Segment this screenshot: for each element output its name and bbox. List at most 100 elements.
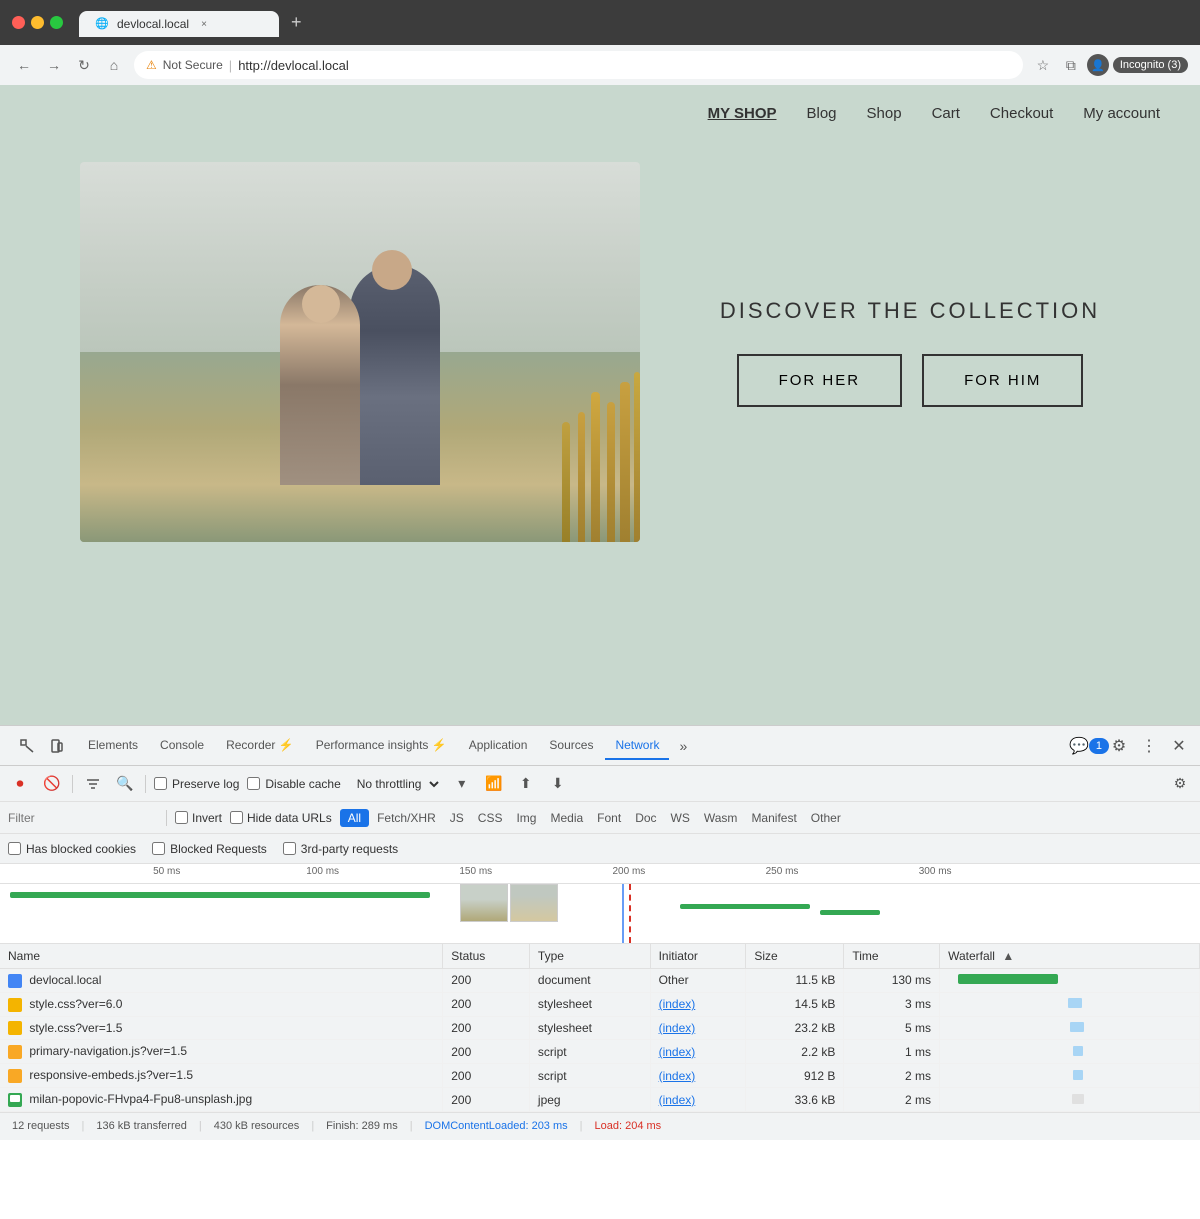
- nav-brand[interactable]: MY SHOP: [708, 105, 777, 122]
- initiator-link-4[interactable]: (index): [659, 1045, 696, 1059]
- sep-4: |: [410, 1120, 413, 1132]
- col-size[interactable]: Size: [746, 944, 844, 969]
- preserve-log-checkbox[interactable]: Preserve log: [154, 777, 239, 791]
- filter-input[interactable]: [8, 811, 158, 825]
- filter-doc[interactable]: Doc: [629, 809, 662, 827]
- home-button[interactable]: ⌂: [102, 53, 126, 77]
- close-button[interactable]: [12, 16, 25, 29]
- tab-search-button[interactable]: ⧉: [1059, 53, 1083, 77]
- filter-js[interactable]: JS: [444, 809, 470, 827]
- third-party-checkbox[interactable]: 3rd-party requests: [283, 842, 398, 856]
- tab-console[interactable]: Console: [150, 732, 214, 760]
- cell-size-6: 33.6 kB: [746, 1088, 844, 1112]
- filter-media[interactable]: Media: [544, 809, 589, 827]
- blocked-requests-checkbox[interactable]: Blocked Requests: [152, 842, 267, 856]
- inspect-element-button[interactable]: [14, 733, 40, 759]
- nav-account[interactable]: My account: [1083, 105, 1160, 122]
- cell-waterfall-1: [940, 969, 1200, 993]
- cell-initiator-6: (index): [650, 1088, 746, 1112]
- table-row[interactable]: style.css?ver=6.0 200 stylesheet (index)…: [0, 992, 1200, 1016]
- col-status[interactable]: Status: [443, 944, 530, 969]
- col-time[interactable]: Time: [844, 944, 940, 969]
- for-him-button[interactable]: FOR HIM: [922, 354, 1083, 407]
- record-button[interactable]: ⏺: [8, 772, 32, 796]
- browser-tab[interactable]: 🌐 devlocal.local ×: [79, 11, 279, 37]
- table-body: devlocal.local 200 document Other 11.5 k…: [0, 969, 1200, 1112]
- disable-cache-checkbox[interactable]: Disable cache: [247, 777, 340, 791]
- more-tabs-button[interactable]: »: [671, 732, 695, 760]
- filter-fetch-xhr[interactable]: Fetch/XHR: [371, 809, 442, 827]
- maximize-button[interactable]: [50, 16, 63, 29]
- table-row[interactable]: responsive-embeds.js?ver=1.5 200 script …: [0, 1064, 1200, 1088]
- filter-types: All Fetch/XHR JS CSS Img Media Font Doc …: [340, 809, 847, 827]
- refresh-button[interactable]: ↻: [72, 53, 96, 77]
- initiator-link-5[interactable]: (index): [659, 1069, 696, 1083]
- initiator-link-2[interactable]: (index): [659, 997, 696, 1011]
- incognito-button[interactable]: 👤: [1087, 54, 1109, 76]
- initiator-link-6[interactable]: (index): [659, 1093, 696, 1107]
- invert-checkbox[interactable]: Invert: [175, 811, 222, 825]
- device-toolbar-button[interactable]: [44, 733, 70, 759]
- tab-recorder[interactable]: Recorder ⚡: [216, 732, 304, 760]
- nav-checkout[interactable]: Checkout: [990, 105, 1053, 122]
- tab-sources[interactable]: Sources: [539, 732, 603, 760]
- table-row[interactable]: primary-navigation.js?ver=1.5 200 script…: [0, 1040, 1200, 1064]
- filter-css[interactable]: CSS: [472, 809, 509, 827]
- header-row: Name Status Type Initiator Size Time Wat…: [0, 944, 1200, 969]
- tab-favicon: 🌐: [95, 17, 109, 31]
- cell-status-1: 200: [443, 969, 530, 993]
- minimize-button[interactable]: [31, 16, 44, 29]
- forward-button[interactable]: →: [42, 53, 66, 77]
- devtools-actions: 💬 1 ⚙ ⋮ ✕: [1076, 733, 1192, 759]
- filter-all-button[interactable]: All: [340, 809, 369, 827]
- preserve-log-input[interactable]: [154, 777, 167, 790]
- load-line: [629, 884, 631, 943]
- tab-performance-insights[interactable]: Performance insights ⚡: [306, 732, 457, 760]
- col-type[interactable]: Type: [529, 944, 650, 969]
- disable-cache-input[interactable]: [247, 777, 260, 790]
- filter-font[interactable]: Font: [591, 809, 627, 827]
- chat-button[interactable]: 💬 1: [1076, 733, 1102, 759]
- throttle-select[interactable]: No throttling: [349, 774, 442, 794]
- invert-input[interactable]: [175, 811, 188, 824]
- table-row[interactable]: style.css?ver=1.5 200 stylesheet (index)…: [0, 1016, 1200, 1040]
- hide-data-input[interactable]: [230, 811, 243, 824]
- more-options-button[interactable]: ⋮: [1136, 733, 1162, 759]
- nav-cart[interactable]: Cart: [932, 105, 960, 122]
- filter-button[interactable]: [81, 772, 105, 796]
- network-settings-button[interactable]: ⚙: [1168, 772, 1192, 796]
- filter-manifest[interactable]: Manifest: [745, 809, 802, 827]
- address-input-container[interactable]: ⚠ Not Secure | http://devlocal.local: [134, 51, 1023, 79]
- reeds: [520, 362, 640, 542]
- col-initiator[interactable]: Initiator: [650, 944, 746, 969]
- initiator-link-3[interactable]: (index): [659, 1021, 696, 1035]
- nav-shop[interactable]: Shop: [867, 105, 902, 122]
- settings-button[interactable]: ⚙: [1106, 733, 1132, 759]
- nav-blog[interactable]: Blog: [807, 105, 837, 122]
- search-button[interactable]: 🔍: [113, 772, 137, 796]
- back-button[interactable]: ←: [12, 53, 36, 77]
- tab-close-button[interactable]: ×: [197, 17, 211, 31]
- third-party-input[interactable]: [283, 842, 296, 855]
- table-row[interactable]: devlocal.local 200 document Other 11.5 k…: [0, 969, 1200, 993]
- filter-wasm[interactable]: Wasm: [698, 809, 744, 827]
- filter-other[interactable]: Other: [805, 809, 847, 827]
- hide-data-checkbox[interactable]: Hide data URLs: [230, 811, 332, 825]
- col-waterfall[interactable]: Waterfall ▲: [940, 944, 1200, 969]
- col-name[interactable]: Name: [0, 944, 443, 969]
- tab-network[interactable]: Network: [605, 732, 669, 760]
- tab-application[interactable]: Application: [459, 732, 538, 760]
- blocked-requests-input[interactable]: [152, 842, 165, 855]
- for-her-button[interactable]: FOR HER: [737, 354, 903, 407]
- tab-elements[interactable]: Elements: [78, 732, 148, 760]
- new-tab-button[interactable]: +: [283, 8, 310, 37]
- table-row[interactable]: milan-popovic-FHvpa4-Fpu8-unsplash.jpg 2…: [0, 1088, 1200, 1112]
- throttle-dropdown-icon[interactable]: ▾: [450, 772, 474, 796]
- clear-button[interactable]: 🚫: [40, 772, 64, 796]
- bookmark-button[interactable]: ☆: [1031, 53, 1055, 77]
- blocked-cookies-input[interactable]: [8, 842, 21, 855]
- close-devtools-button[interactable]: ✕: [1166, 733, 1192, 759]
- filter-img[interactable]: Img: [510, 809, 542, 827]
- filter-ws[interactable]: WS: [665, 809, 696, 827]
- blocked-cookies-checkbox[interactable]: Has blocked cookies: [8, 842, 136, 856]
